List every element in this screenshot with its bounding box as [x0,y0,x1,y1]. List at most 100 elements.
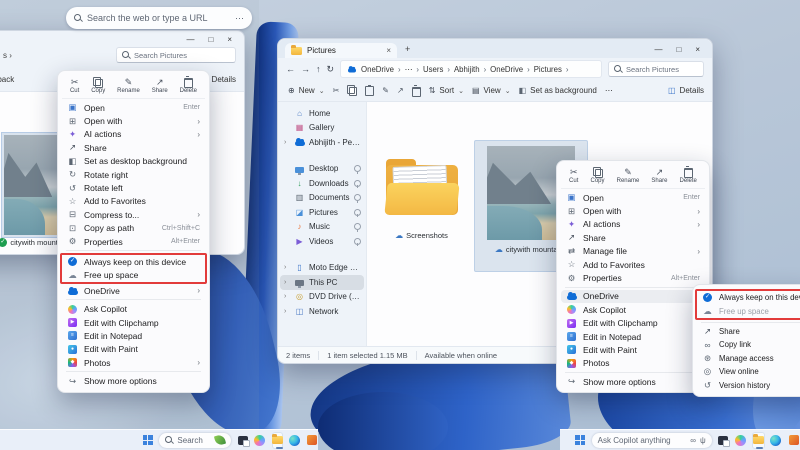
menu-item-share[interactable]: ↗Share [561,231,705,244]
menu-item-edit-with-clipchamp[interactable]: ▶Edit with Clipchamp [561,317,705,330]
menu-item-photos[interactable]: ◆Photos› [561,357,705,370]
forward-icon[interactable]: → [301,64,310,74]
breadcrumb-item-onedrive[interactable]: OneDrive [361,65,394,74]
sidebar-item-videos[interactable]: ▶Videos [280,234,364,249]
taskbar-search[interactable]: Search [159,433,230,448]
task-view-button[interactable] [717,432,730,449]
toolbar-new[interactable]: ⊕New⌄ [288,86,325,95]
details-button[interactable]: ◫Details [668,86,704,95]
edge-app-icon[interactable] [770,432,783,449]
menu-item-properties[interactable]: ⚙PropertiesAlt+Enter [62,235,205,248]
up-icon[interactable]: ↑ [316,64,321,74]
menu-item-properties[interactable]: ⚙PropertiesAlt+Enter [561,271,705,284]
breadcrumb-item-users[interactable]: Users [423,65,443,74]
tab-pictures[interactable]: Pictures × [285,43,397,58]
menu-action-copy[interactable]: Copy [91,77,105,94]
sidebar-item-network[interactable]: ›◫Network [280,304,364,319]
breadcrumb-item-onedrive[interactable]: OneDrive [490,65,523,74]
menu-item-ai-actions[interactable]: ✦AI actions› [62,128,205,141]
breadcrumb-item-pictures[interactable]: Pictures [534,65,562,74]
office-app-icon[interactable] [307,432,318,449]
menu-action-copy[interactable]: Copy [591,167,605,184]
minimize-button[interactable]: — [654,45,662,54]
menu-item-free-up-space[interactable]: ☁Free up space [62,269,205,282]
task-view-button[interactable] [237,432,248,449]
sidebar-item-moto-edge-50-neo[interactable]: ›▯Moto Edge 50 Neo [280,261,364,276]
menu-item-manage-access[interactable]: ⊛Manage access [697,352,800,365]
menu-item-edit-with-paint[interactable]: ●Edit with Paint [561,343,705,356]
menu-item-edit-with-paint[interactable]: ●Edit with Paint [62,343,205,356]
sidebar-item-pictures[interactable]: ◪Pictures [280,205,364,220]
menu-action-share[interactable]: ↗Share [651,167,667,184]
menu-item-copy-as-path[interactable]: ⊡Copy as pathCtrl+Shift+C [62,222,205,235]
refresh-icon[interactable]: ↻ [327,64,335,75]
menu-action-rename[interactable]: ✎Rename [617,167,640,184]
breadcrumb-item-abhijith[interactable]: Abhijith [454,65,480,74]
toolbar-view[interactable]: ▤View⌄ [472,86,511,95]
menu-item-copy-link[interactable]: ∞Copy link [697,338,800,351]
close-button[interactable]: × [695,45,700,54]
menu-item-open-with[interactable]: ⊞Open with› [62,114,205,127]
menu-item-version-history[interactable]: ↺Version history [697,378,800,391]
menu-item-onedrive[interactable]: OneDrive› [561,290,705,303]
edge-app-icon[interactable] [289,432,300,449]
sidebar-item-documents[interactable]: ▥Documents [280,191,364,206]
mic-icon[interactable]: ψ [700,436,706,445]
sidebar-item-desktop[interactable]: Desktop [280,162,364,177]
toolbar-[interactable]: ⋯ [605,86,613,95]
office-app-icon[interactable] [787,432,800,449]
new-tab-button[interactable]: + [405,44,410,54]
menu-item-rotate-right[interactable]: ↻Rotate right [62,168,205,181]
menu-item-ask-copilot[interactable]: Ask Copilot [561,303,705,316]
menu-action-cut[interactable]: ✂Cut [569,167,578,184]
menu-item-open[interactable]: ▣OpenEnter [62,101,205,114]
menu-item-always-keep-on-this-device[interactable]: ✓Always keep on this device [697,291,800,304]
minimize-button[interactable]: — [186,35,194,44]
menu-item-free-up-space[interactable]: ☁Free up space [697,304,800,317]
toolbar-share-icon[interactable]: ↗ [397,86,404,95]
toolbar-delete-icon[interactable] [412,85,421,97]
sidebar-item-dvd-drive-d-ccc[interactable]: ›◎DVD Drive (D:) CCC [280,290,364,305]
toolbar-set-as-background[interactable]: ◧Set as background [519,86,597,95]
menu-item-show-more-options[interactable]: ↪Show more options [561,375,705,388]
menu-item-edit-in-notepad[interactable]: ≡Edit in Notepad [561,330,705,343]
toolbar-copy-icon[interactable] [347,85,357,96]
menu-item-add-to-favorites[interactable]: ☆Add to Favorites [62,195,205,208]
desktop-search-bar[interactable]: Search the web or type a URL ⋯ [66,7,252,29]
start-button[interactable] [574,432,587,449]
menu-item-onedrive[interactable]: OneDrive› [62,284,205,297]
sidebar-item-gallery[interactable]: ▦Gallery [280,121,364,136]
sidebar-item-this-pc[interactable]: ›This PC [280,275,364,290]
menu-item-view-online[interactable]: ◎View online [697,365,800,378]
toolbar-rename-icon[interactable]: ✎ [382,86,389,95]
toolbar-paste-icon[interactable] [365,86,374,96]
copilot-search[interactable]: Ask Copilot anything ∞ ψ [592,433,712,448]
menu-item-add-to-favorites[interactable]: ☆Add to Favorites [561,258,705,271]
sidebar-item-abhijith-personal[interactable]: ›Abhijith - Personal [280,135,364,150]
copilot-app-icon[interactable] [254,432,265,449]
menu-action-cut[interactable]: ✂Cut [70,77,79,94]
menu-item-rotate-left[interactable]: ↺Rotate left [62,181,205,194]
file-explorer-app-icon[interactable] [752,432,765,449]
menu-item-open[interactable]: ▣OpenEnter [561,191,705,204]
menu-item-always-keep-on-this-device[interactable]: ✓Always keep on this device [62,255,205,268]
menu-item-show-more-options[interactable]: ↪Show more options [62,374,205,387]
menu-action-share[interactable]: ↗Share [152,77,168,94]
maximize-button[interactable]: □ [676,45,681,54]
breadcrumb[interactable]: OneDrive›⋯›Users›Abhijith›OneDrive›Pictu… [340,60,602,78]
menu-item-share[interactable]: ↗Share [62,141,205,154]
copilot-app-icon[interactable] [734,432,747,449]
more-icon[interactable]: ⋯ [235,13,244,24]
menu-item-ai-actions[interactable]: ✦AI actions› [561,218,705,231]
toolbar-sort[interactable]: ⇅Sort⌄ [429,86,464,95]
menu-item-compress-to[interactable]: ⊟Compress to...› [62,208,205,221]
search-input[interactable]: Search Pictures [608,61,704,77]
sidebar-item-music[interactable]: ♪Music [280,220,364,235]
menu-item-open-with[interactable]: ⊞Open with› [561,204,705,217]
toolbar-scissors-icon[interactable]: ✂ [333,86,340,95]
menu-item-edit-in-notepad[interactable]: ≡Edit in Notepad [62,329,205,342]
menu-action-delete[interactable]: Delete [680,167,697,184]
menu-action-delete[interactable]: Delete [180,77,197,94]
start-button[interactable] [142,432,153,449]
menu-item-share[interactable]: ↗Share [697,325,800,338]
